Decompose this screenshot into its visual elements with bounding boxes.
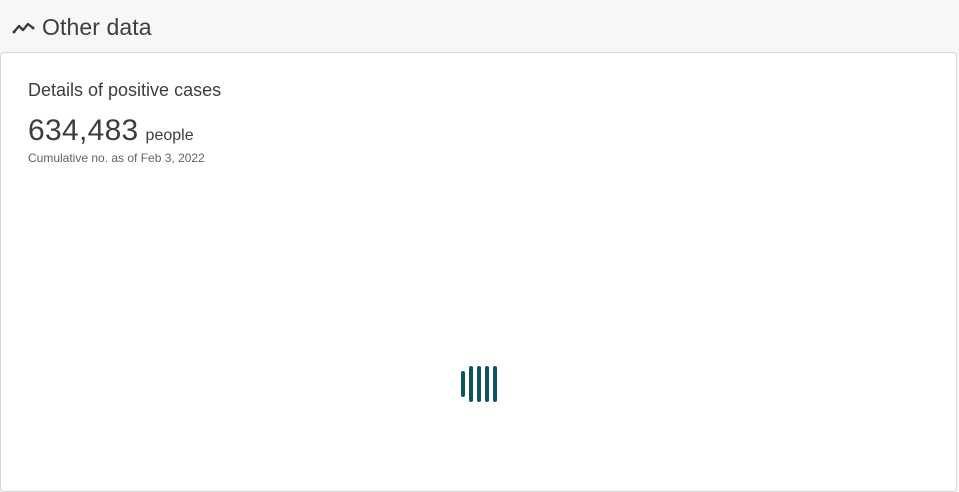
section-title: Other data <box>42 13 152 40</box>
loading-bars-icon <box>461 366 497 402</box>
loader-bar <box>477 366 481 402</box>
summary: 634,483 people <box>28 114 194 148</box>
loader-bar <box>493 366 497 402</box>
summary-note: Cumulative no. as of Feb 3, 2022 <box>28 151 205 165</box>
section-header: Other data <box>12 11 152 43</box>
summary-value: 634,483 <box>28 114 139 147</box>
positive-cases-card: Details of positive cases 634,483 people… <box>0 52 957 492</box>
loader-bar <box>461 371 465 397</box>
loader-bar <box>485 366 489 402</box>
summary-unit: people <box>145 127 194 144</box>
trend-line-icon <box>12 15 36 39</box>
loader-bar <box>469 366 473 402</box>
card-title: Details of positive cases <box>28 80 222 100</box>
